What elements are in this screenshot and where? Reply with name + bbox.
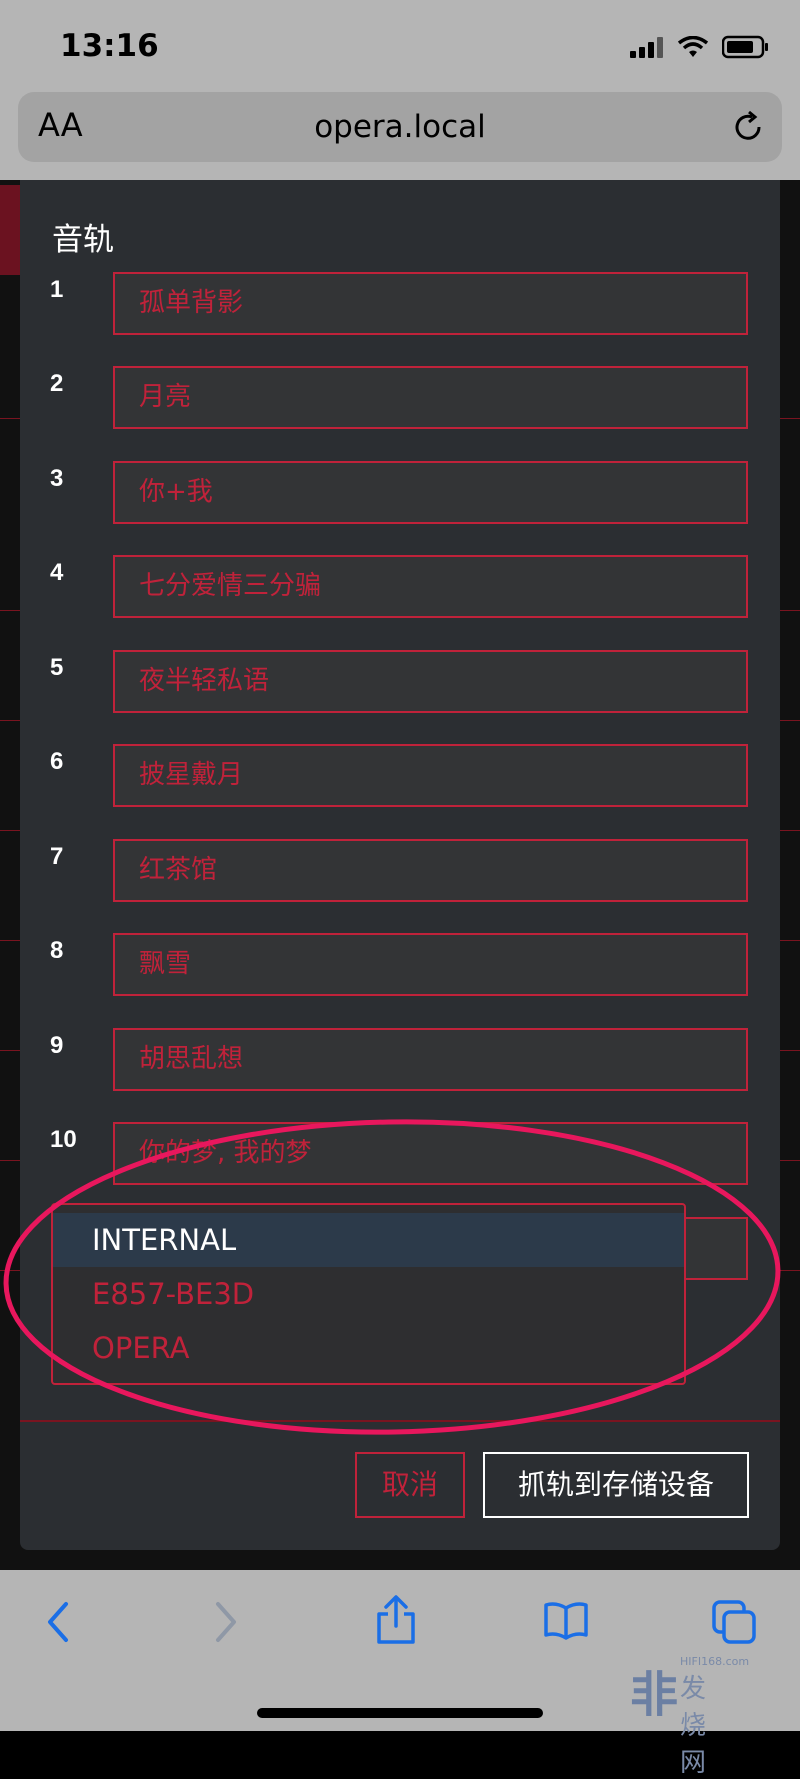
track-title-input[interactable]: 月亮 xyxy=(113,366,748,429)
wifi-icon xyxy=(678,36,708,57)
track-number: 8 xyxy=(50,937,64,964)
tabs-icon[interactable] xyxy=(710,1598,758,1646)
track-title-input[interactable]: 飘雪 xyxy=(113,933,748,996)
track-title-input[interactable]: 夜半轻私语 xyxy=(113,650,748,713)
track-title-input[interactable]: 披星戴月 xyxy=(113,744,748,807)
track-number: 5 xyxy=(50,654,64,681)
track-title-input[interactable]: 胡思乱想 xyxy=(113,1028,748,1091)
address-bar[interactable]: AA opera.local xyxy=(18,92,782,162)
track-number: 2 xyxy=(50,370,64,397)
highlight-ellipse xyxy=(3,1119,781,1435)
cancel-button[interactable]: 取消 xyxy=(355,1452,465,1518)
track-number: 1 xyxy=(50,276,64,303)
url-text: opera.local xyxy=(314,109,486,145)
watermark-site: HIFI168.com xyxy=(680,1655,750,1668)
track-number: 9 xyxy=(50,1032,64,1059)
back-icon[interactable] xyxy=(44,1600,72,1644)
track-title-input[interactable]: 孤单背影 xyxy=(113,272,748,335)
track-number: 4 xyxy=(50,559,64,586)
browser-top-bar: 13:16 AA opera.local xyxy=(0,0,800,180)
modal-title: 音轨 xyxy=(52,222,114,258)
home-indicator xyxy=(257,1708,543,1718)
track-number: 7 xyxy=(50,843,64,870)
forward-icon[interactable] xyxy=(212,1600,240,1644)
page-red-edge xyxy=(0,185,20,275)
share-icon[interactable] xyxy=(374,1594,418,1646)
rip-to-storage-button[interactable]: 抓轨到存储设备 xyxy=(483,1452,749,1518)
battery-icon xyxy=(722,35,768,59)
status-time: 13:16 xyxy=(60,28,159,64)
cellular-signal-icon xyxy=(630,37,663,58)
track-title-input[interactable]: 你+我 xyxy=(113,461,748,524)
track-title-input[interactable]: 七分爱情三分骗 xyxy=(113,555,748,618)
track-number: 3 xyxy=(50,465,64,492)
reload-icon[interactable] xyxy=(730,109,766,145)
watermark-logo: ⾮ xyxy=(630,1667,679,1723)
browser-bottom-toolbar: ⾮ HIFI168.com 发烧网 xyxy=(0,1570,800,1778)
track-title-input[interactable]: 红茶馆 xyxy=(113,839,748,902)
bookmarks-icon[interactable] xyxy=(542,1600,590,1640)
status-icons xyxy=(630,32,770,62)
watermark-text: 发烧网 xyxy=(680,1674,707,1778)
track-number: 6 xyxy=(50,748,64,775)
